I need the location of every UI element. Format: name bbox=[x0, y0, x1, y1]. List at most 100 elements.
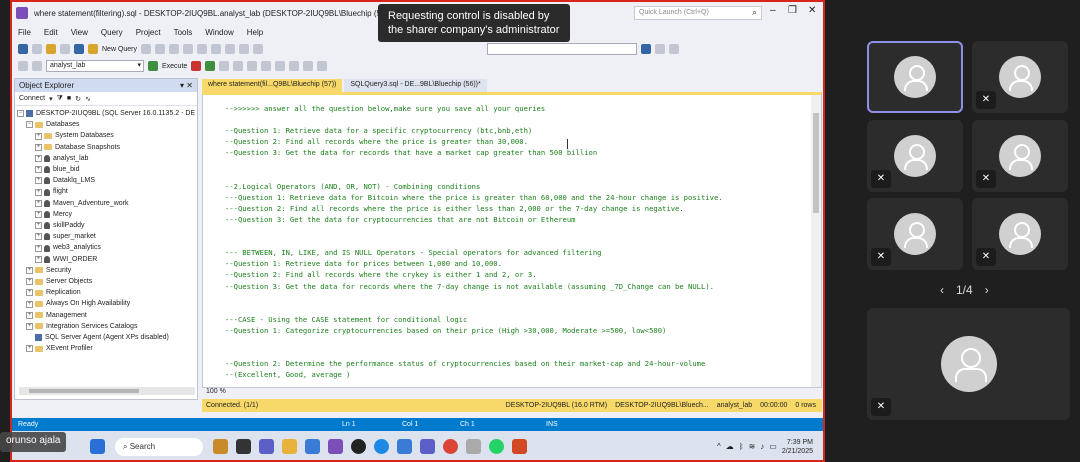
expand-toggle-icon[interactable]: + bbox=[26, 289, 33, 297]
expand-toggle-icon[interactable]: + bbox=[26, 266, 33, 274]
wifi-icon[interactable]: ≋ bbox=[749, 442, 756, 451]
copy-icon[interactable] bbox=[211, 44, 222, 54]
edge-icon[interactable] bbox=[374, 439, 389, 454]
zoom-level[interactable]: 100 % bbox=[202, 388, 822, 398]
tree-node[interactable]: + web3_analytics bbox=[17, 242, 197, 253]
connect-button[interactable]: Connect bbox=[19, 95, 45, 102]
taskbar-search[interactable]: ⌕ Search bbox=[115, 437, 203, 456]
expand-toggle-icon[interactable]: + bbox=[26, 311, 33, 319]
expand-toggle-icon[interactable]: + bbox=[26, 300, 33, 308]
whatsapp-icon[interactable] bbox=[489, 439, 504, 454]
expand-toggle-icon[interactable]: + bbox=[35, 166, 42, 174]
db-query-icon[interactable] bbox=[169, 44, 180, 54]
db-query-icon[interactable] bbox=[141, 44, 152, 54]
tree-node[interactable]: + skillPaddy bbox=[17, 220, 197, 231]
tree-node[interactable]: + Management bbox=[17, 310, 197, 321]
results-text-icon[interactable] bbox=[247, 61, 258, 71]
close-icon[interactable]: ✕ bbox=[808, 5, 816, 16]
teams-chat-icon[interactable] bbox=[420, 439, 435, 454]
minimize-icon[interactable]: – bbox=[770, 5, 776, 16]
menu-query[interactable]: Query bbox=[101, 28, 123, 37]
forward-icon[interactable] bbox=[32, 44, 42, 54]
tree-node[interactable]: + Server Objects bbox=[17, 276, 197, 287]
briefcase-icon[interactable] bbox=[213, 439, 228, 454]
expand-toggle-icon[interactable]: + bbox=[35, 199, 42, 207]
expand-toggle-icon[interactable]: + bbox=[26, 345, 33, 353]
change-connection-icon[interactable] bbox=[32, 61, 42, 71]
parse-icon[interactable] bbox=[205, 61, 216, 71]
store-icon[interactable] bbox=[305, 439, 320, 454]
expand-toggle-icon[interactable]: − bbox=[17, 110, 24, 118]
participant-tile[interactable]: ✕ bbox=[867, 120, 963, 192]
windows-start-icon[interactable] bbox=[90, 439, 105, 454]
redo-icon[interactable] bbox=[253, 44, 264, 54]
participant-tile[interactable]: ✕ bbox=[972, 198, 1068, 270]
menu-window[interactable]: Window bbox=[205, 28, 233, 37]
participant-tile-large[interactable]: ✕ bbox=[867, 308, 1070, 420]
onedrive-icon[interactable]: ☁ bbox=[726, 442, 734, 451]
connect-icon[interactable] bbox=[18, 61, 28, 71]
cut-icon[interactable] bbox=[197, 44, 208, 54]
tree-node[interactable]: + Security bbox=[17, 265, 197, 276]
menu-view[interactable]: View bbox=[71, 28, 88, 37]
media-icon[interactable] bbox=[351, 439, 366, 454]
code-area[interactable]: -->>>>>> answer all the question below,m… bbox=[225, 103, 723, 387]
chrome-icon[interactable] bbox=[443, 439, 458, 454]
expand-toggle-icon[interactable]: + bbox=[26, 278, 33, 286]
tree-node[interactable]: + Integration Services Catalogs bbox=[17, 321, 197, 332]
menu-tools[interactable]: Tools bbox=[174, 28, 193, 37]
tools-icon[interactable] bbox=[655, 44, 666, 54]
participant-tile[interactable]: ✕ bbox=[972, 41, 1068, 113]
file-explorer-icon[interactable] bbox=[282, 439, 297, 454]
new-query-button[interactable]: New Query bbox=[102, 46, 137, 53]
volume-icon[interactable]: ♪ bbox=[760, 442, 764, 451]
filter-icon[interactable]: ⧩ bbox=[57, 95, 63, 103]
tree-node[interactable]: + Mercy bbox=[17, 209, 197, 220]
tree-node[interactable]: + Database Snapshots bbox=[17, 142, 197, 153]
menu-help[interactable]: Help bbox=[247, 28, 263, 37]
tree-node[interactable]: + Maven_Adventure_work bbox=[17, 198, 197, 209]
menu-project[interactable]: Project bbox=[136, 28, 161, 37]
tree-node[interactable]: SQL Server Agent (Agent XPs disabled) bbox=[17, 332, 197, 343]
close-icon[interactable]: ▾ ✕ bbox=[180, 81, 193, 90]
save-icon[interactable] bbox=[74, 44, 84, 54]
expand-toggle-icon[interactable]: + bbox=[35, 222, 42, 230]
paste-icon[interactable] bbox=[225, 44, 236, 54]
tree-node[interactable]: + analyst_lab bbox=[17, 153, 197, 164]
participant-tile[interactable] bbox=[867, 41, 963, 113]
display-plan-icon[interactable] bbox=[219, 61, 230, 71]
scrollbar-thumb[interactable] bbox=[29, 389, 139, 393]
menu-file[interactable]: File bbox=[18, 28, 31, 37]
task-view-icon[interactable] bbox=[236, 439, 251, 454]
stop-icon[interactable]: ■ bbox=[67, 95, 71, 102]
properties-icon[interactable] bbox=[641, 44, 652, 54]
query-options-icon[interactable] bbox=[233, 61, 244, 71]
network-icon[interactable] bbox=[466, 439, 481, 454]
results-file-icon[interactable] bbox=[275, 61, 286, 71]
expand-toggle-icon[interactable]: + bbox=[35, 188, 42, 196]
ssms-taskbar-icon[interactable] bbox=[328, 439, 343, 454]
layout-icon[interactable] bbox=[669, 44, 680, 54]
quick-launch-input[interactable]: Quick Launch (Ctrl+Q) ⌕ bbox=[634, 6, 762, 20]
tree-node[interactable]: − DESKTOP-2IUQ9BL (SQL Server 16.0.1135.2… bbox=[17, 108, 197, 119]
participant-tile[interactable]: ✕ bbox=[972, 120, 1068, 192]
vertical-scrollbar[interactable] bbox=[811, 95, 821, 387]
tree-node[interactable]: + Always On High Availability bbox=[17, 298, 197, 309]
expand-toggle-icon[interactable]: + bbox=[35, 154, 42, 162]
expand-toggle-icon[interactable]: + bbox=[35, 210, 42, 218]
expand-toggle-icon[interactable]: + bbox=[35, 132, 42, 140]
refresh-icon[interactable]: ↻ bbox=[75, 95, 81, 103]
tree-node[interactable]: + Dataklq_LMS bbox=[17, 175, 197, 186]
tab-sqlquery3[interactable]: SQLQuery3.sql - DE...9BL\Bluechip (56))* bbox=[344, 79, 487, 92]
participant-tile[interactable]: ✕ bbox=[867, 198, 963, 270]
database-select[interactable]: analyst_lab bbox=[46, 60, 144, 72]
tree-node[interactable]: + Replication bbox=[17, 287, 197, 298]
teams-icon[interactable] bbox=[259, 439, 274, 454]
tab-where-statement[interactable]: where statement(fil...Q9BL\Bluechip (57)… bbox=[202, 79, 343, 92]
db-query-icon[interactable] bbox=[155, 44, 166, 54]
expand-toggle-icon[interactable]: + bbox=[35, 255, 42, 263]
results-grid-icon[interactable] bbox=[261, 61, 272, 71]
clock[interactable]: 7:39 PM 2/21/2025 bbox=[782, 438, 813, 456]
uncomment-icon[interactable] bbox=[303, 61, 314, 71]
battery-icon[interactable]: ▭ bbox=[769, 442, 777, 451]
